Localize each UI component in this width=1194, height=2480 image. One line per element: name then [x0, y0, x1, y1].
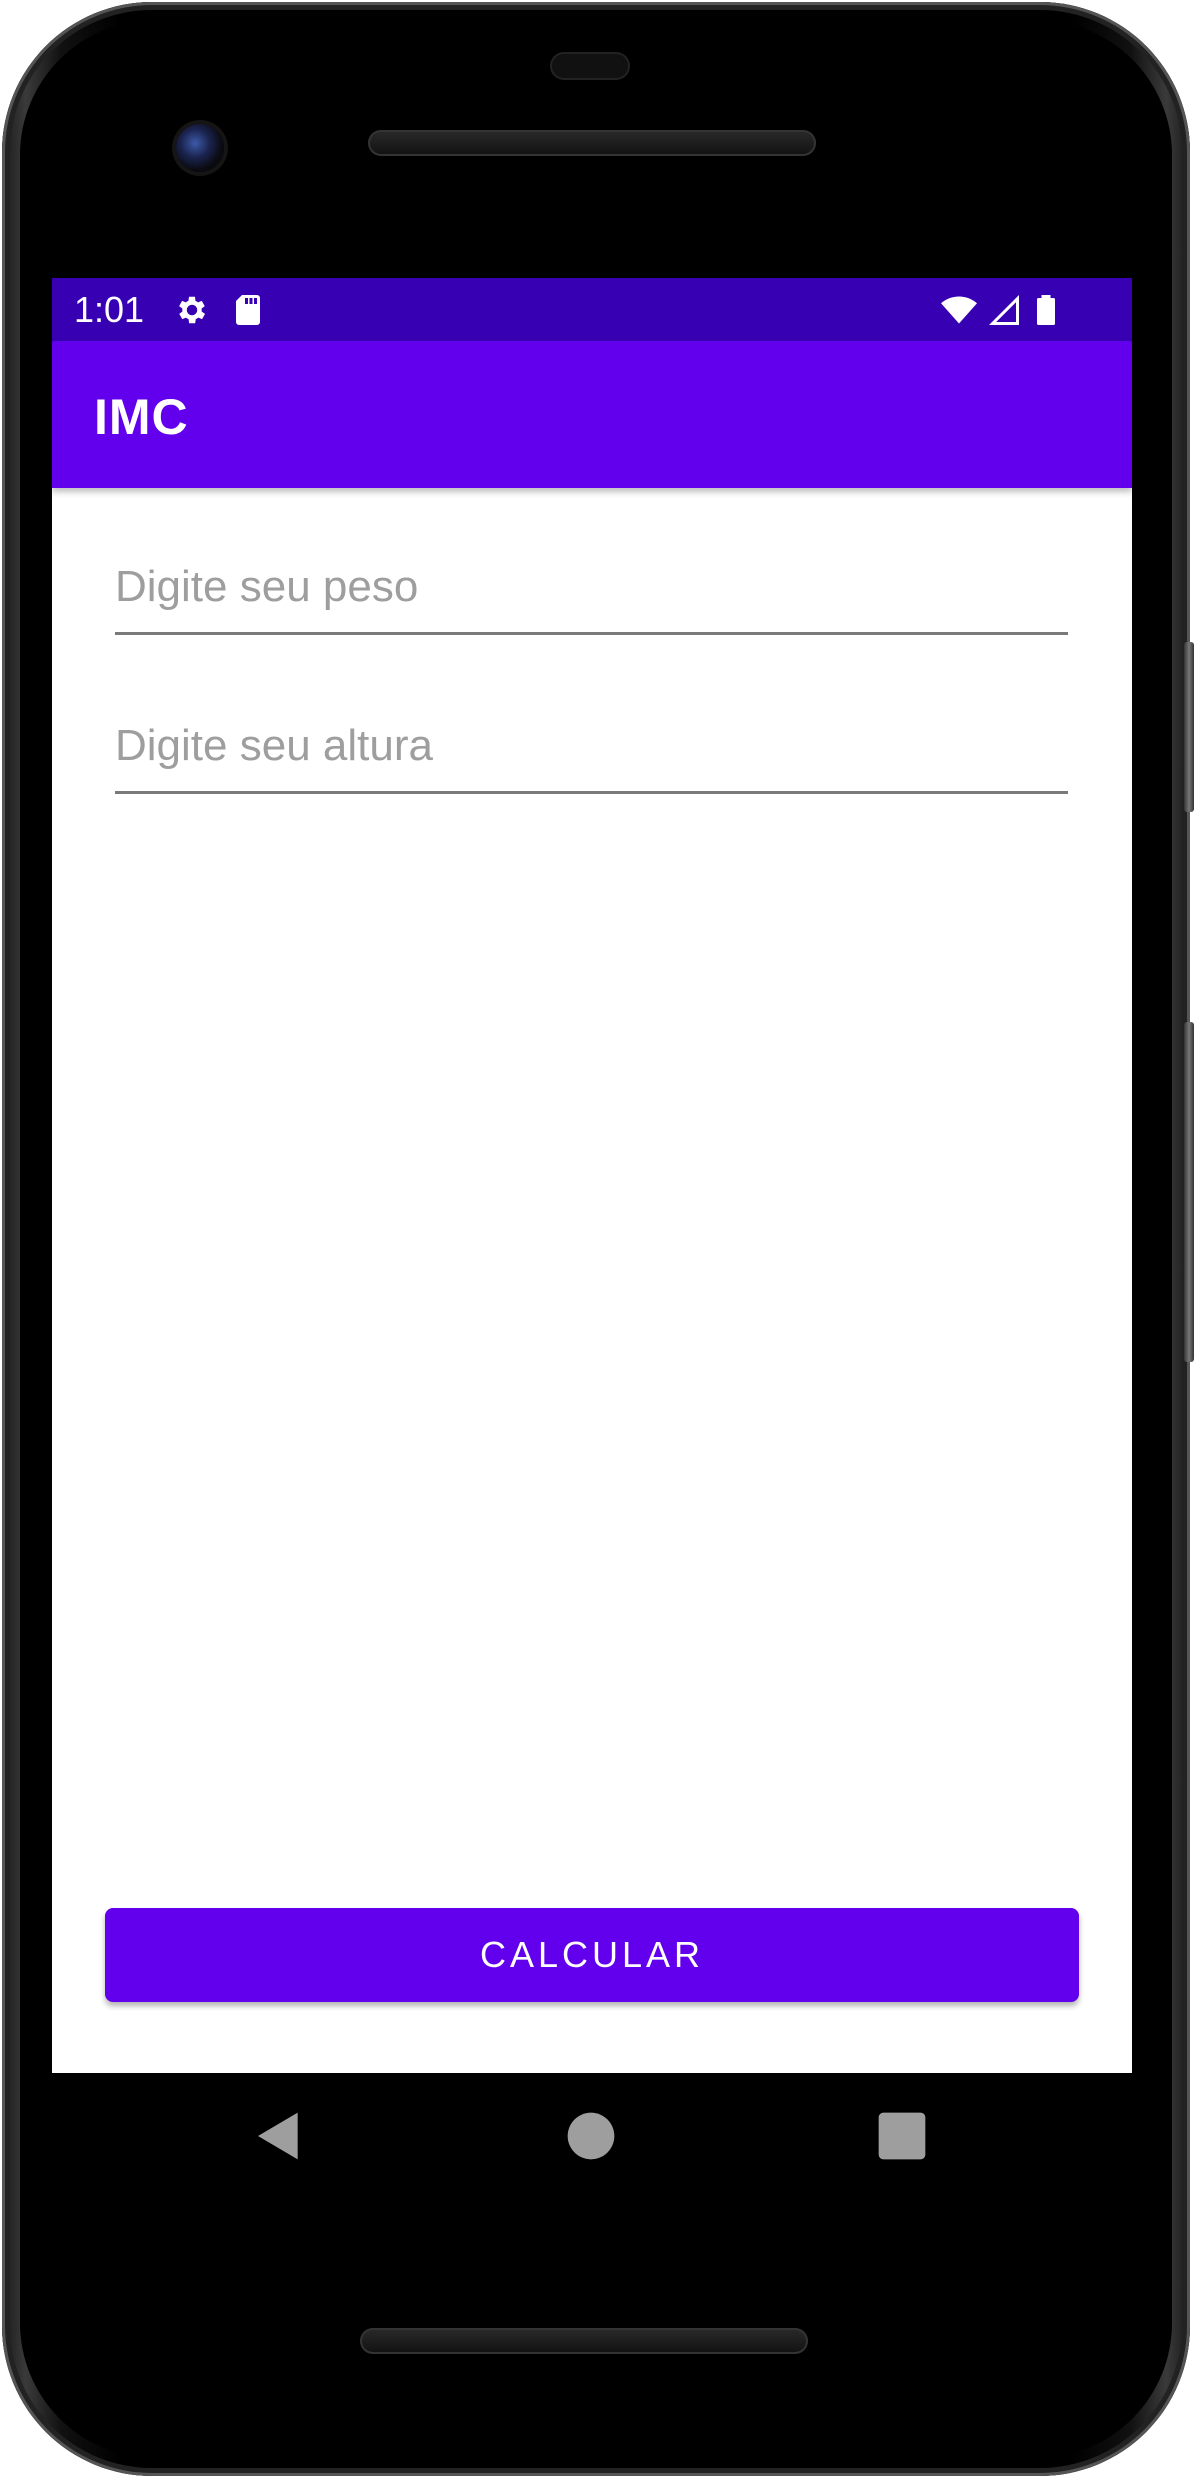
volume-button — [1184, 1022, 1194, 1362]
wifi-icon — [941, 296, 977, 324]
status-bar: 1:01 — [52, 278, 1132, 341]
sensor-slot — [550, 52, 630, 80]
battery-icon — [1037, 295, 1055, 325]
recents-icon[interactable] — [874, 2108, 930, 2164]
sd-card-icon — [236, 295, 260, 325]
app-bar: IMC — [52, 341, 1132, 488]
gear-icon — [179, 296, 206, 324]
screen: 1:01 IMC CALCULAR — [52, 278, 1132, 2073]
bottom-speaker — [360, 2328, 808, 2354]
earpiece-speaker — [368, 130, 816, 156]
altura-input[interactable] — [115, 701, 1068, 794]
app-title: IMC — [94, 389, 189, 445]
peso-input[interactable] — [115, 542, 1068, 635]
back-icon[interactable] — [251, 2108, 307, 2164]
power-button — [1184, 642, 1194, 812]
signal-icon — [989, 295, 1019, 325]
status-time: 1:01 — [74, 289, 145, 330]
page: 1:01 IMC CALCULAR — [0, 0, 1194, 2480]
front-camera-icon — [176, 124, 224, 172]
home-icon[interactable] — [563, 2108, 619, 2164]
calcular-button[interactable]: CALCULAR — [105, 1908, 1079, 2002]
